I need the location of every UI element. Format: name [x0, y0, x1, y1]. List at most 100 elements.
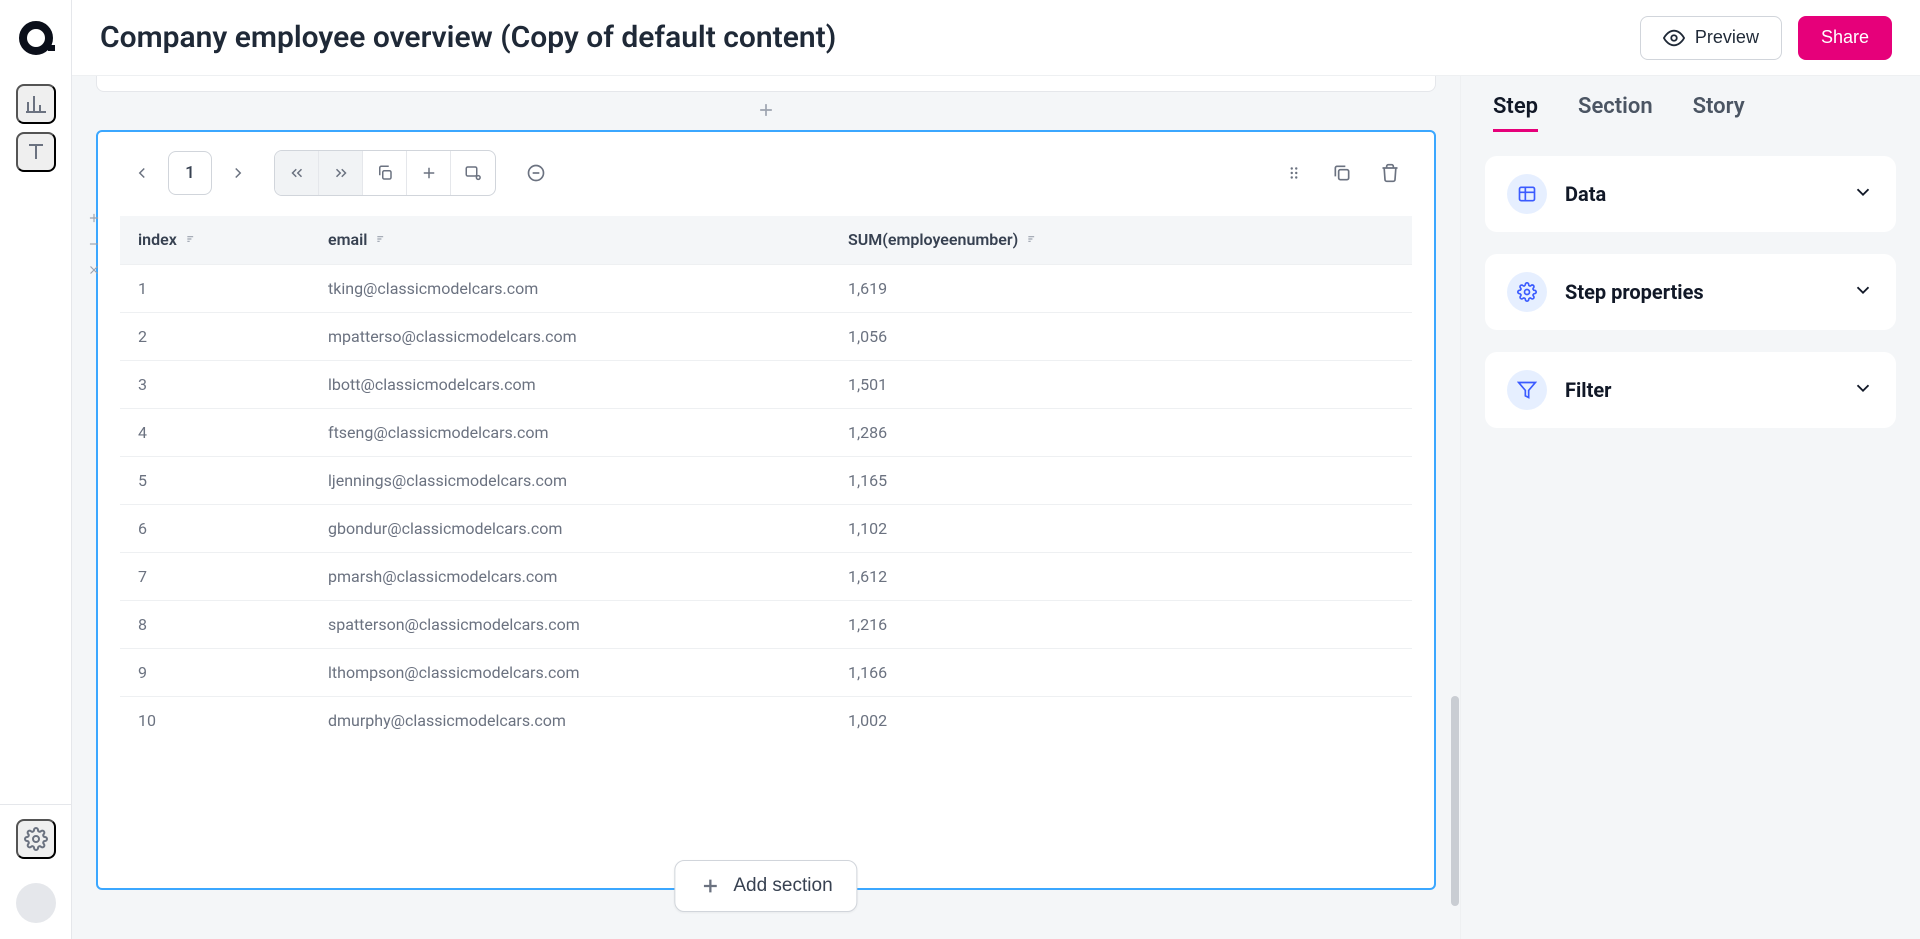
cell-sum: 1,286	[830, 409, 1412, 457]
preview-button[interactable]: Preview	[1640, 16, 1782, 60]
embed-step-button[interactable]	[451, 151, 495, 195]
table-row[interactable]: 4ftseng@classicmodelcars.com1,286	[120, 409, 1412, 457]
first-step-button[interactable]	[275, 151, 319, 195]
workspace-scrollbar[interactable]	[1451, 696, 1459, 906]
table-row[interactable]: 1tking@classicmodelcars.com1,619	[120, 265, 1412, 313]
cell-email: ljennings@classicmodelcars.com	[310, 457, 830, 505]
data-table: index email SUM(employeenumber) 1tking@c…	[120, 216, 1412, 744]
cell-index: 4	[120, 409, 310, 457]
cell-sum: 1,102	[830, 505, 1412, 553]
cell-email: lbott@classicmodelcars.com	[310, 361, 830, 409]
workspace: 1 index emai	[72, 76, 1460, 939]
section-side-controls	[84, 208, 104, 280]
plus-icon	[756, 100, 776, 120]
cell-index: 3	[120, 361, 310, 409]
cell-sum: 1,612	[830, 553, 1412, 601]
cell-email: dmurphy@classicmodelcars.com	[310, 697, 830, 745]
app-logo[interactable]	[16, 18, 56, 58]
cell-sum: 1,002	[830, 697, 1412, 745]
table-header-row: index email SUM(employeenumber)	[120, 216, 1412, 265]
top-bar: Company employee overview (Copy of defau…	[72, 0, 1920, 76]
panel-tab-story[interactable]: Story	[1693, 94, 1745, 132]
section-card[interactable]: 1 index emai	[96, 130, 1436, 890]
add-section-label: Add section	[733, 875, 832, 897]
sort-icon	[1026, 231, 1040, 250]
delete-section-button[interactable]	[1368, 151, 1412, 195]
share-button-label: Share	[1821, 27, 1869, 48]
cell-sum: 1,056	[830, 313, 1412, 361]
last-step-button[interactable]	[319, 151, 363, 195]
gear-icon	[1507, 272, 1547, 312]
cell-index: 6	[120, 505, 310, 553]
preview-button-label: Preview	[1695, 27, 1759, 48]
cell-sum: 1,501	[830, 361, 1412, 409]
cell-email: gbondur@classicmodelcars.com	[310, 505, 830, 553]
table-row[interactable]: 2mpatterso@classicmodelcars.com1,056	[120, 313, 1412, 361]
sort-icon	[375, 231, 389, 250]
chevron-down-icon	[1852, 279, 1874, 305]
accordion-data[interactable]: Data	[1485, 156, 1896, 232]
accordion-title: Data	[1565, 182, 1834, 206]
cell-sum: 1,619	[830, 265, 1412, 313]
table-row[interactable]: 5ljennings@classicmodelcars.com1,165	[120, 457, 1412, 505]
table-row[interactable]: 8spatterson@classicmodelcars.com1,216	[120, 601, 1412, 649]
cell-sum: 1,166	[830, 649, 1412, 697]
cell-email: ftseng@classicmodelcars.com	[310, 409, 830, 457]
table-row[interactable]: 10dmurphy@classicmodelcars.com1,002	[120, 697, 1412, 745]
next-page-button[interactable]	[216, 151, 260, 195]
table-row[interactable]: 7pmarsh@classicmodelcars.com1,612	[120, 553, 1412, 601]
cell-index: 7	[120, 553, 310, 601]
row-remove-icon[interactable]	[84, 234, 104, 254]
row-add-icon[interactable]	[84, 208, 104, 228]
cell-email: pmarsh@classicmodelcars.com	[310, 553, 830, 601]
cell-sum: 1,165	[830, 457, 1412, 505]
prev-page-button[interactable]	[120, 151, 164, 195]
cell-email: lthompson@classicmodelcars.com	[310, 649, 830, 697]
cell-index: 1	[120, 265, 310, 313]
cell-index: 10	[120, 697, 310, 745]
panel-tab-step[interactable]: Step	[1493, 94, 1538, 132]
left-rail	[0, 0, 72, 939]
column-header-sum[interactable]: SUM(employeenumber)	[830, 216, 1412, 265]
add-section-button[interactable]: Add section	[674, 860, 857, 912]
table-row[interactable]: 9lthompson@classicmodelcars.com1,166	[120, 649, 1412, 697]
cell-sum: 1,216	[830, 601, 1412, 649]
share-button[interactable]: Share	[1798, 16, 1892, 60]
cell-index: 2	[120, 313, 310, 361]
column-header-index[interactable]: index	[120, 216, 310, 265]
sort-icon	[185, 231, 199, 250]
cell-email: tking@classicmodelcars.com	[310, 265, 830, 313]
column-header-email[interactable]: email	[310, 216, 830, 265]
accordion-props[interactable]: Step properties	[1485, 254, 1896, 330]
previous-section-edge	[96, 76, 1436, 92]
cell-index: 8	[120, 601, 310, 649]
add-step-button[interactable]	[407, 151, 451, 195]
table-row[interactable]: 6gbondur@classicmodelcars.com1,102	[120, 505, 1412, 553]
accordion-title: Filter	[1565, 378, 1834, 402]
eye-icon	[1663, 27, 1685, 49]
cell-index: 5	[120, 457, 310, 505]
text-nav-icon[interactable]	[16, 132, 56, 172]
duplicate-section-button[interactable]	[1320, 151, 1364, 195]
row-settings-icon[interactable]	[84, 260, 104, 280]
cell-email: mpatterso@classicmodelcars.com	[310, 313, 830, 361]
plus-icon	[699, 875, 721, 897]
section-toolbar: 1	[120, 150, 1412, 196]
drag-handle-icon[interactable]	[1272, 151, 1316, 195]
page-indicator[interactable]: 1	[168, 151, 212, 195]
panel-tabs: Step Section Story	[1493, 94, 1896, 132]
chart-nav-icon[interactable]	[16, 84, 56, 124]
cell-index: 9	[120, 649, 310, 697]
user-avatar[interactable]	[16, 883, 56, 923]
accordion-filter[interactable]: Filter	[1485, 352, 1896, 428]
duplicate-step-button[interactable]	[363, 151, 407, 195]
table-row[interactable]: 3lbott@classicmodelcars.com1,501	[120, 361, 1412, 409]
page-title: Company employee overview (Copy of defau…	[100, 20, 836, 55]
chevron-down-icon	[1852, 377, 1874, 403]
collapse-button[interactable]	[514, 151, 558, 195]
add-step-between[interactable]	[84, 92, 1448, 130]
cell-email: spatterson@classicmodelcars.com	[310, 601, 830, 649]
settings-nav-icon[interactable]	[16, 819, 56, 859]
chevron-down-icon	[1852, 181, 1874, 207]
panel-tab-section[interactable]: Section	[1578, 94, 1653, 132]
